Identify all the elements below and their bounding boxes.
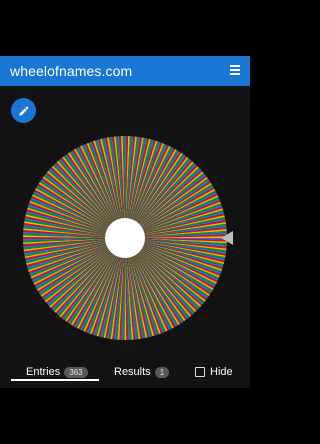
active-tab-indicator xyxy=(11,379,99,381)
hide-checkbox[interactable] xyxy=(195,367,205,377)
app-screen: wheelofnames.com Entries 363 Results 1 H… xyxy=(0,0,250,444)
hide-label: Hide xyxy=(210,366,233,378)
tab-entries-label: Entries xyxy=(26,366,61,378)
hide-toggle[interactable]: Hide xyxy=(195,362,233,382)
wheel-center[interactable] xyxy=(105,218,145,258)
tab-results[interactable]: Results 1 xyxy=(114,362,170,382)
wheel-pointer-icon xyxy=(221,231,233,245)
entries-count-badge: 363 xyxy=(64,366,88,378)
tab-bar: Entries 363 Results 1 Hide xyxy=(0,358,250,388)
tab-results-label: Results xyxy=(114,366,151,378)
results-count-badge: 1 xyxy=(154,366,170,378)
